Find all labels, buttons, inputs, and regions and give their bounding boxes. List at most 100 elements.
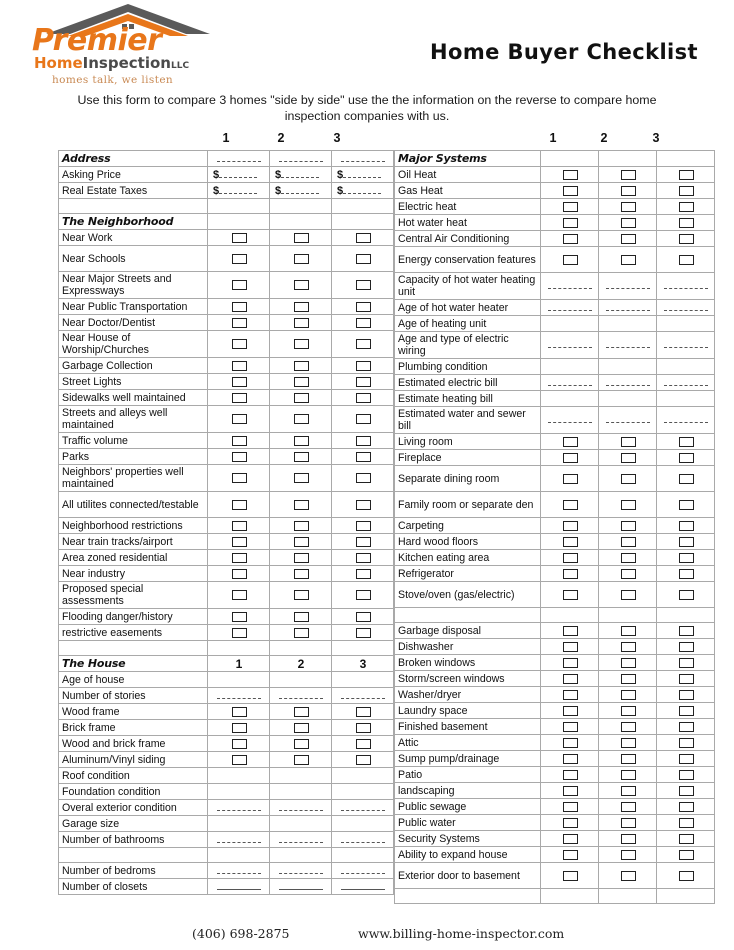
write-in-line[interactable]: [664, 309, 708, 311]
checkbox-icon[interactable]: [678, 833, 694, 844]
checkbox-icon[interactable]: [562, 589, 578, 600]
write-in-line[interactable]: [341, 697, 385, 699]
checkbox-cell[interactable]: [598, 622, 657, 639]
checkbox-icon[interactable]: [620, 217, 636, 228]
checkbox-icon[interactable]: [293, 301, 309, 312]
checkbox-icon[interactable]: [293, 435, 309, 446]
checkbox-cell[interactable]: [207, 330, 270, 358]
write-in-cell[interactable]: [331, 878, 394, 895]
checkbox-icon[interactable]: [562, 520, 578, 531]
checkbox-icon[interactable]: [620, 233, 636, 244]
checkbox-cell[interactable]: [331, 735, 394, 752]
checkbox-cell[interactable]: [656, 581, 715, 608]
checkbox-icon[interactable]: [231, 754, 247, 765]
checkbox-icon[interactable]: [620, 473, 636, 484]
checkbox-cell[interactable]: [269, 373, 332, 390]
checkbox-cell[interactable]: [540, 517, 599, 534]
write-in-line[interactable]: [341, 841, 385, 843]
checkbox-icon[interactable]: [231, 473, 247, 484]
checkbox-cell[interactable]: [598, 750, 657, 767]
checkbox-cell[interactable]: [656, 830, 715, 847]
checkbox-cell[interactable]: [656, 670, 715, 687]
checkbox-cell[interactable]: [598, 449, 657, 466]
checkbox-icon[interactable]: [562, 769, 578, 780]
checkbox-cell[interactable]: [207, 608, 270, 625]
checkbox-cell[interactable]: [269, 271, 332, 299]
checkbox-cell[interactable]: [598, 718, 657, 735]
checkbox-icon[interactable]: [355, 360, 371, 371]
checkbox-cell[interactable]: [598, 533, 657, 550]
checkbox-icon[interactable]: [293, 253, 309, 264]
write-in-line[interactable]: [217, 872, 261, 874]
checkbox-cell[interactable]: [207, 432, 270, 449]
checkbox-icon[interactable]: [620, 520, 636, 531]
checkbox-cell[interactable]: [331, 533, 394, 550]
write-in-line[interactable]: [548, 347, 592, 348]
checkbox-cell[interactable]: [598, 798, 657, 815]
checkbox-icon[interactable]: [355, 435, 371, 446]
checkbox-cell[interactable]: [331, 405, 394, 433]
checkbox-icon[interactable]: [678, 536, 694, 547]
checkbox-cell[interactable]: [598, 782, 657, 799]
checkbox-cell[interactable]: [331, 330, 394, 358]
checkbox-icon[interactable]: [620, 769, 636, 780]
checkbox-cell[interactable]: [598, 230, 657, 247]
checkbox-cell[interactable]: [598, 830, 657, 847]
checkbox-cell[interactable]: [207, 229, 270, 246]
checkbox-cell[interactable]: [269, 389, 332, 406]
checkbox-cell[interactable]: [540, 465, 599, 492]
checkbox-cell[interactable]: [656, 549, 715, 566]
checkbox-cell[interactable]: [331, 751, 394, 768]
checkbox-cell[interactable]: [540, 565, 599, 582]
checkbox-icon[interactable]: [293, 392, 309, 403]
checkbox-icon[interactable]: [562, 452, 578, 463]
checkbox-cell[interactable]: [656, 814, 715, 831]
checkbox-cell[interactable]: [656, 230, 715, 247]
write-in-cell[interactable]: [656, 374, 715, 391]
write-in-line[interactable]: [279, 888, 323, 890]
checkbox-cell[interactable]: [207, 735, 270, 752]
write-in-cell[interactable]: [540, 272, 599, 300]
checkbox-cell[interactable]: [331, 703, 394, 720]
write-in-line[interactable]: [219, 168, 258, 178]
checkbox-icon[interactable]: [678, 520, 694, 531]
write-in-line[interactable]: [664, 422, 708, 423]
checkbox-icon[interactable]: [678, 436, 694, 447]
checkbox-cell[interactable]: [540, 862, 599, 889]
checkbox-icon[interactable]: [678, 870, 694, 881]
checkbox-icon[interactable]: [678, 801, 694, 812]
checkbox-cell[interactable]: [656, 766, 715, 783]
checkbox-icon[interactable]: [562, 185, 578, 196]
checkbox-icon[interactable]: [620, 452, 636, 463]
write-in-cell[interactable]: [269, 687, 332, 704]
checkbox-icon[interactable]: [678, 705, 694, 716]
write-in-cell[interactable]: [269, 799, 332, 816]
checkbox-icon[interactable]: [678, 673, 694, 684]
checkbox-cell[interactable]: [331, 719, 394, 736]
checkbox-cell[interactable]: [598, 814, 657, 831]
checkbox-icon[interactable]: [231, 611, 247, 622]
checkbox-cell[interactable]: [269, 229, 332, 246]
checkbox-cell[interactable]: [598, 433, 657, 450]
checkbox-icon[interactable]: [355, 568, 371, 579]
checkbox-cell[interactable]: [656, 166, 715, 183]
checkbox-cell[interactable]: [269, 314, 332, 331]
checkbox-cell[interactable]: [656, 798, 715, 815]
checkbox-icon[interactable]: [355, 232, 371, 243]
checkbox-cell[interactable]: [207, 389, 270, 406]
checkbox-cell[interactable]: [656, 433, 715, 450]
write-in-cell[interactable]: [331, 831, 394, 848]
checkbox-cell[interactable]: [269, 751, 332, 768]
checkbox-cell[interactable]: [207, 357, 270, 374]
checkbox-cell[interactable]: [598, 862, 657, 889]
checkbox-cell[interactable]: [598, 166, 657, 183]
checkbox-cell[interactable]: [540, 750, 599, 767]
checkbox-cell[interactable]: [656, 182, 715, 199]
checkbox-icon[interactable]: [620, 641, 636, 652]
checkbox-icon[interactable]: [231, 738, 247, 749]
checkbox-icon[interactable]: [231, 280, 247, 291]
checkbox-icon[interactable]: [562, 217, 578, 228]
write-in-cell[interactable]: [207, 878, 270, 895]
checkbox-cell[interactable]: [656, 750, 715, 767]
write-in-line[interactable]: [279, 841, 323, 843]
